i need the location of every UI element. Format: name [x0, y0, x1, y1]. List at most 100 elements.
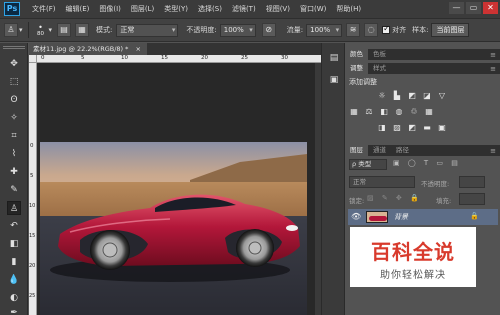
history-panel-icon[interactable]: ▤ [327, 51, 341, 65]
vertical-ruler[interactable]: 0 5 10 15 20 25 [29, 63, 37, 315]
align-label: 对齐 [392, 26, 407, 34]
blend-mode-select[interactable]: 正常 [349, 176, 415, 188]
hue-saturation-icon[interactable]: ▦ [349, 107, 359, 116]
healing-brush-icon[interactable]: ✚ [7, 165, 21, 179]
magic-wand-icon[interactable]: ✧ [7, 111, 21, 125]
lasso-tool-icon[interactable]: ʘ [7, 93, 21, 107]
ruler-tick-label: 5 [81, 55, 85, 61]
threshold-icon[interactable]: ◩ [407, 123, 417, 132]
layer-fill-input[interactable] [459, 193, 485, 205]
properties-panel-icon[interactable]: ▣ [327, 73, 341, 87]
blur-tool-icon[interactable]: 💧 [7, 273, 21, 287]
black-white-icon[interactable]: ◧ [379, 107, 389, 116]
tab-paths[interactable]: 路径 [391, 145, 414, 156]
minimize-button[interactable]: — [449, 2, 464, 14]
brightness-icon[interactable]: ☼ [377, 91, 387, 100]
menu-select[interactable]: 选择(S) [198, 4, 222, 14]
exposure-icon[interactable]: ◪ [422, 91, 432, 100]
move-tool-icon[interactable]: ✥ [7, 57, 21, 71]
layer-thumbnail [366, 211, 388, 223]
photo-filter-icon[interactable]: ◍ [394, 107, 404, 116]
layer-filter-icons[interactable]: ▣ ◯ T ▭ ▤ [393, 159, 461, 167]
layer-opacity-input[interactable] [459, 176, 485, 188]
ruler-tick-label: 15 [161, 55, 168, 61]
tab-styles[interactable]: 样式 [368, 63, 391, 74]
tool-preset-picker[interactable]: ♙ ▾ [4, 23, 23, 37]
tab-close-icon[interactable]: × [135, 45, 140, 53]
layer-row-background[interactable]: 👁 背景 🔒 [348, 209, 498, 225]
menu-filter[interactable]: 滤镜(T) [232, 4, 256, 14]
pen-tool-icon[interactable]: ✒ [7, 306, 21, 315]
brush-dropdown-icon[interactable]: ▾ [49, 26, 53, 34]
brush-picker[interactable]: • 80 [34, 23, 48, 37]
horizontal-ruler[interactable]: 0 5 10 15 20 25 30 [37, 55, 321, 63]
opacity-input[interactable]: 100% [219, 23, 256, 37]
document-title: 素材11.jpg @ 22.2%(RGB/8) * [33, 45, 129, 53]
close-button[interactable]: ✕ [483, 2, 498, 14]
gradient-tool-icon[interactable]: ▮ [7, 255, 21, 269]
mode-select[interactable]: 正常 [116, 23, 179, 37]
menu-image[interactable]: 图像(I) [99, 4, 121, 14]
ruler-tick-label: 20 [201, 55, 208, 61]
vibrance-icon[interactable]: ▽ [437, 91, 447, 100]
restore-button[interactable]: ▭ [466, 2, 481, 14]
tab-color[interactable]: 颜色 [345, 49, 368, 60]
tab-layers[interactable]: 图层 [345, 145, 368, 156]
tab-adjustments[interactable]: 调整 [345, 63, 368, 74]
selective-color-icon[interactable]: ▣ [437, 123, 447, 132]
ruler-tick-label: 0 [30, 143, 34, 149]
menu-layer[interactable]: 图层(L) [131, 4, 154, 14]
color-lookup-icon[interactable]: ▦ [424, 107, 434, 116]
curves-icon[interactable]: ◩ [407, 91, 417, 100]
airbrush-icon[interactable]: ≋ [346, 23, 361, 37]
clone-source-icon[interactable]: ▦ [75, 23, 90, 37]
pressure-size-icon[interactable]: ◌ [364, 23, 379, 37]
lock-icon: 🔒 [470, 212, 479, 220]
visibility-eye-icon[interactable]: 👁 [351, 212, 361, 221]
history-brush-icon[interactable]: ↶ [7, 219, 21, 233]
layers-panel-tabs: 图层 通道 路径 ≡ [345, 145, 500, 156]
flow-input[interactable]: 100% [306, 23, 343, 37]
panel-menu-icon[interactable]: ≡ [490, 147, 496, 155]
tools-panel: ✥ ⬚ ʘ ✧ ⌗ ⌇ ✚ ✎ ♙ ↶ ◧ ▮ 💧 ◐ ✒ [0, 43, 28, 315]
eyedropper-icon[interactable]: ⌇ [7, 147, 21, 161]
panel-menu-icon[interactable]: ≡ [490, 51, 496, 59]
dodge-tool-icon[interactable]: ◐ [7, 291, 21, 305]
pressure-opacity-icon[interactable]: ⊘ [261, 23, 276, 37]
channel-mixer-icon[interactable]: ♲ [409, 107, 419, 116]
sample-select[interactable]: 当前图层 [431, 23, 470, 37]
document-tab[interactable]: 素材11.jpg @ 22.2%(RGB/8) * × [29, 43, 147, 55]
ruler-origin[interactable] [29, 55, 37, 63]
brush-panel-icon[interactable]: ▤ [57, 23, 72, 37]
options-bar: ♙ ▾ • 80 ▾ ▤ ▦ 模式: 正常 不透明度: 100% ⊘ 流量: 1… [0, 18, 500, 42]
tab-swatches[interactable]: 色板 [368, 49, 391, 60]
eraser-tool-icon[interactable]: ◧ [7, 237, 21, 251]
layer-filter-select[interactable]: ρ 类型 [349, 159, 387, 170]
crop-tool-icon[interactable]: ⌗ [7, 129, 21, 143]
lock-icons[interactable]: ▨ ✎ ✥ 🔒 [367, 194, 422, 202]
menu-view[interactable]: 视图(V) [266, 4, 290, 14]
menu-window[interactable]: 窗口(W) [300, 4, 326, 14]
levels-icon[interactable]: ▙ [392, 91, 402, 100]
menu-help[interactable]: 帮助(H) [336, 4, 361, 14]
layer-opacity-label: 不透明度: [421, 180, 450, 188]
panel-menu-icon[interactable]: ≡ [490, 65, 496, 73]
menu-file[interactable]: 文件(F) [32, 4, 56, 14]
color-balance-icon[interactable]: ⚖ [364, 107, 374, 116]
invert-icon[interactable]: ◨ [377, 123, 387, 132]
gradient-map-icon[interactable]: ▬ [422, 123, 432, 132]
mode-label: 模式: [96, 26, 113, 34]
tools-grip[interactable] [3, 46, 25, 49]
ruler-tick-label: 10 [121, 55, 128, 61]
marquee-tool-icon[interactable]: ⬚ [7, 75, 21, 89]
photoshop-logo: Ps [4, 2, 20, 16]
brush-tool-icon[interactable]: ✎ [7, 183, 21, 197]
clone-stamp-tool-icon[interactable]: ♙ [7, 201, 21, 215]
align-checkbox[interactable] [382, 24, 391, 34]
posterize-icon[interactable]: ▨ [392, 123, 402, 132]
document-image[interactable] [40, 142, 307, 315]
color-panel-tabs: 颜色 色板 ≡ [345, 49, 500, 60]
menu-edit[interactable]: 编辑(E) [66, 4, 90, 14]
menu-type[interactable]: 类型(Y) [164, 4, 188, 14]
tab-channels[interactable]: 通道 [368, 145, 391, 156]
